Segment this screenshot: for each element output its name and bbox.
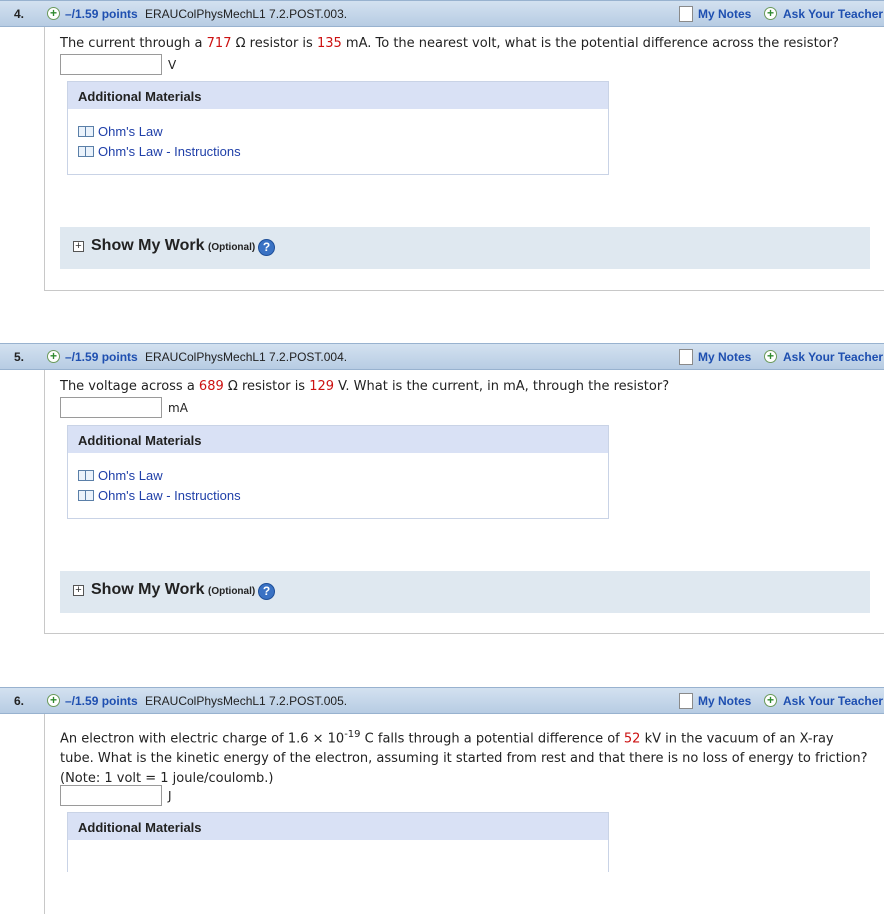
show-my-work-bar[interactable]: + Show My Work (Optional) ? (60, 227, 870, 269)
additional-materials-title: Additional Materials (68, 813, 608, 840)
points-label: –/1.59 points (65, 7, 138, 21)
answer-input[interactable] (60, 54, 162, 75)
additional-materials: Additional Materials Ohm's Law Ohm's Law… (67, 81, 609, 175)
answer-unit: J (168, 789, 172, 803)
help-icon[interactable]: ? (258, 239, 275, 256)
question-text: The voltage across a 689 Ω resistor is 1… (60, 379, 670, 394)
plus-circle-icon[interactable]: + (764, 7, 777, 20)
answer-unit: mA (168, 401, 188, 415)
resistance-value: 717 (206, 36, 232, 51)
show-my-work-title[interactable]: Show My Work (91, 581, 205, 599)
question-body: An electron with electric charge of 1.6 … (44, 714, 884, 914)
plus-circle-icon[interactable]: + (47, 350, 60, 363)
question-body: The current through a 717 Ω resistor is … (44, 27, 884, 291)
resistance-value: 689 (198, 379, 224, 394)
additional-materials: Additional Materials (67, 812, 609, 872)
question-id: ERAUColPhysMechL1 7.2.POST.003. (145, 7, 348, 21)
question-text: An electron with electric charge of 1.6 … (60, 729, 868, 787)
ask-teacher-link[interactable]: Ask Your Teacher (783, 694, 883, 708)
voltage-value: 129 (309, 379, 335, 394)
question-text: The current through a 717 Ω resistor is … (60, 36, 839, 51)
my-notes-link[interactable]: My Notes (698, 694, 751, 708)
plus-circle-icon[interactable]: + (47, 7, 60, 20)
additional-materials: Additional Materials Ohm's Law Ohm's Law… (67, 425, 609, 519)
link-ohms-law-instructions[interactable]: Ohm's Law - Instructions (78, 488, 241, 503)
link-ohms-law[interactable]: Ohm's Law (78, 468, 163, 483)
ask-teacher-link[interactable]: Ask Your Teacher (783, 7, 883, 21)
link-ohms-law[interactable]: Ohm's Law (78, 124, 163, 139)
question-id: ERAUColPhysMechL1 7.2.POST.004. (145, 350, 348, 364)
book-icon (78, 146, 94, 157)
my-notes-link[interactable]: My Notes (698, 350, 751, 364)
points-label: –/1.59 points (65, 350, 138, 364)
exponent: -19 (344, 729, 361, 740)
note-icon[interactable] (679, 693, 693, 709)
expand-box-icon[interactable]: + (73, 241, 84, 252)
question-header: 6. + –/1.59 points ERAUColPhysMechL1 7.2… (0, 687, 884, 714)
additional-materials-title: Additional Materials (68, 426, 608, 453)
optional-label: (Optional) (208, 586, 256, 597)
additional-materials-title: Additional Materials (68, 82, 608, 109)
question-body: The voltage across a 689 Ω resistor is 1… (44, 370, 884, 634)
question-header: 5. + –/1.59 points ERAUColPhysMechL1 7.2… (0, 343, 884, 370)
plus-circle-icon[interactable]: + (764, 694, 777, 707)
note-icon[interactable] (679, 349, 693, 365)
plus-circle-icon[interactable]: + (47, 694, 60, 707)
answer-unit: V (168, 58, 177, 72)
show-my-work-title[interactable]: Show My Work (91, 237, 205, 255)
show-my-work-bar[interactable]: + Show My Work (Optional) ? (60, 571, 870, 613)
current-value: 135 (316, 36, 342, 51)
answer-input[interactable] (60, 785, 162, 806)
question-number: 5. (14, 350, 25, 364)
question-header: 4. + –/1.59 points ERAUColPhysMechL1 7.2… (0, 0, 884, 27)
potential-value: 52 (623, 731, 641, 747)
book-icon (78, 126, 94, 137)
question-number: 4. (14, 7, 25, 21)
link-ohms-law-instructions[interactable]: Ohm's Law - Instructions (78, 144, 241, 159)
my-notes-link[interactable]: My Notes (698, 7, 751, 21)
question-number: 6. (14, 694, 25, 708)
optional-label: (Optional) (208, 242, 256, 253)
expand-box-icon[interactable]: + (73, 585, 84, 596)
plus-circle-icon[interactable]: + (764, 350, 777, 363)
book-icon (78, 490, 94, 501)
help-icon[interactable]: ? (258, 583, 275, 600)
question-id: ERAUColPhysMechL1 7.2.POST.005. (145, 694, 348, 708)
answer-input[interactable] (60, 397, 162, 418)
note-icon[interactable] (679, 6, 693, 22)
book-icon (78, 470, 94, 481)
points-label: –/1.59 points (65, 694, 138, 708)
ask-teacher-link[interactable]: Ask Your Teacher (783, 350, 883, 364)
